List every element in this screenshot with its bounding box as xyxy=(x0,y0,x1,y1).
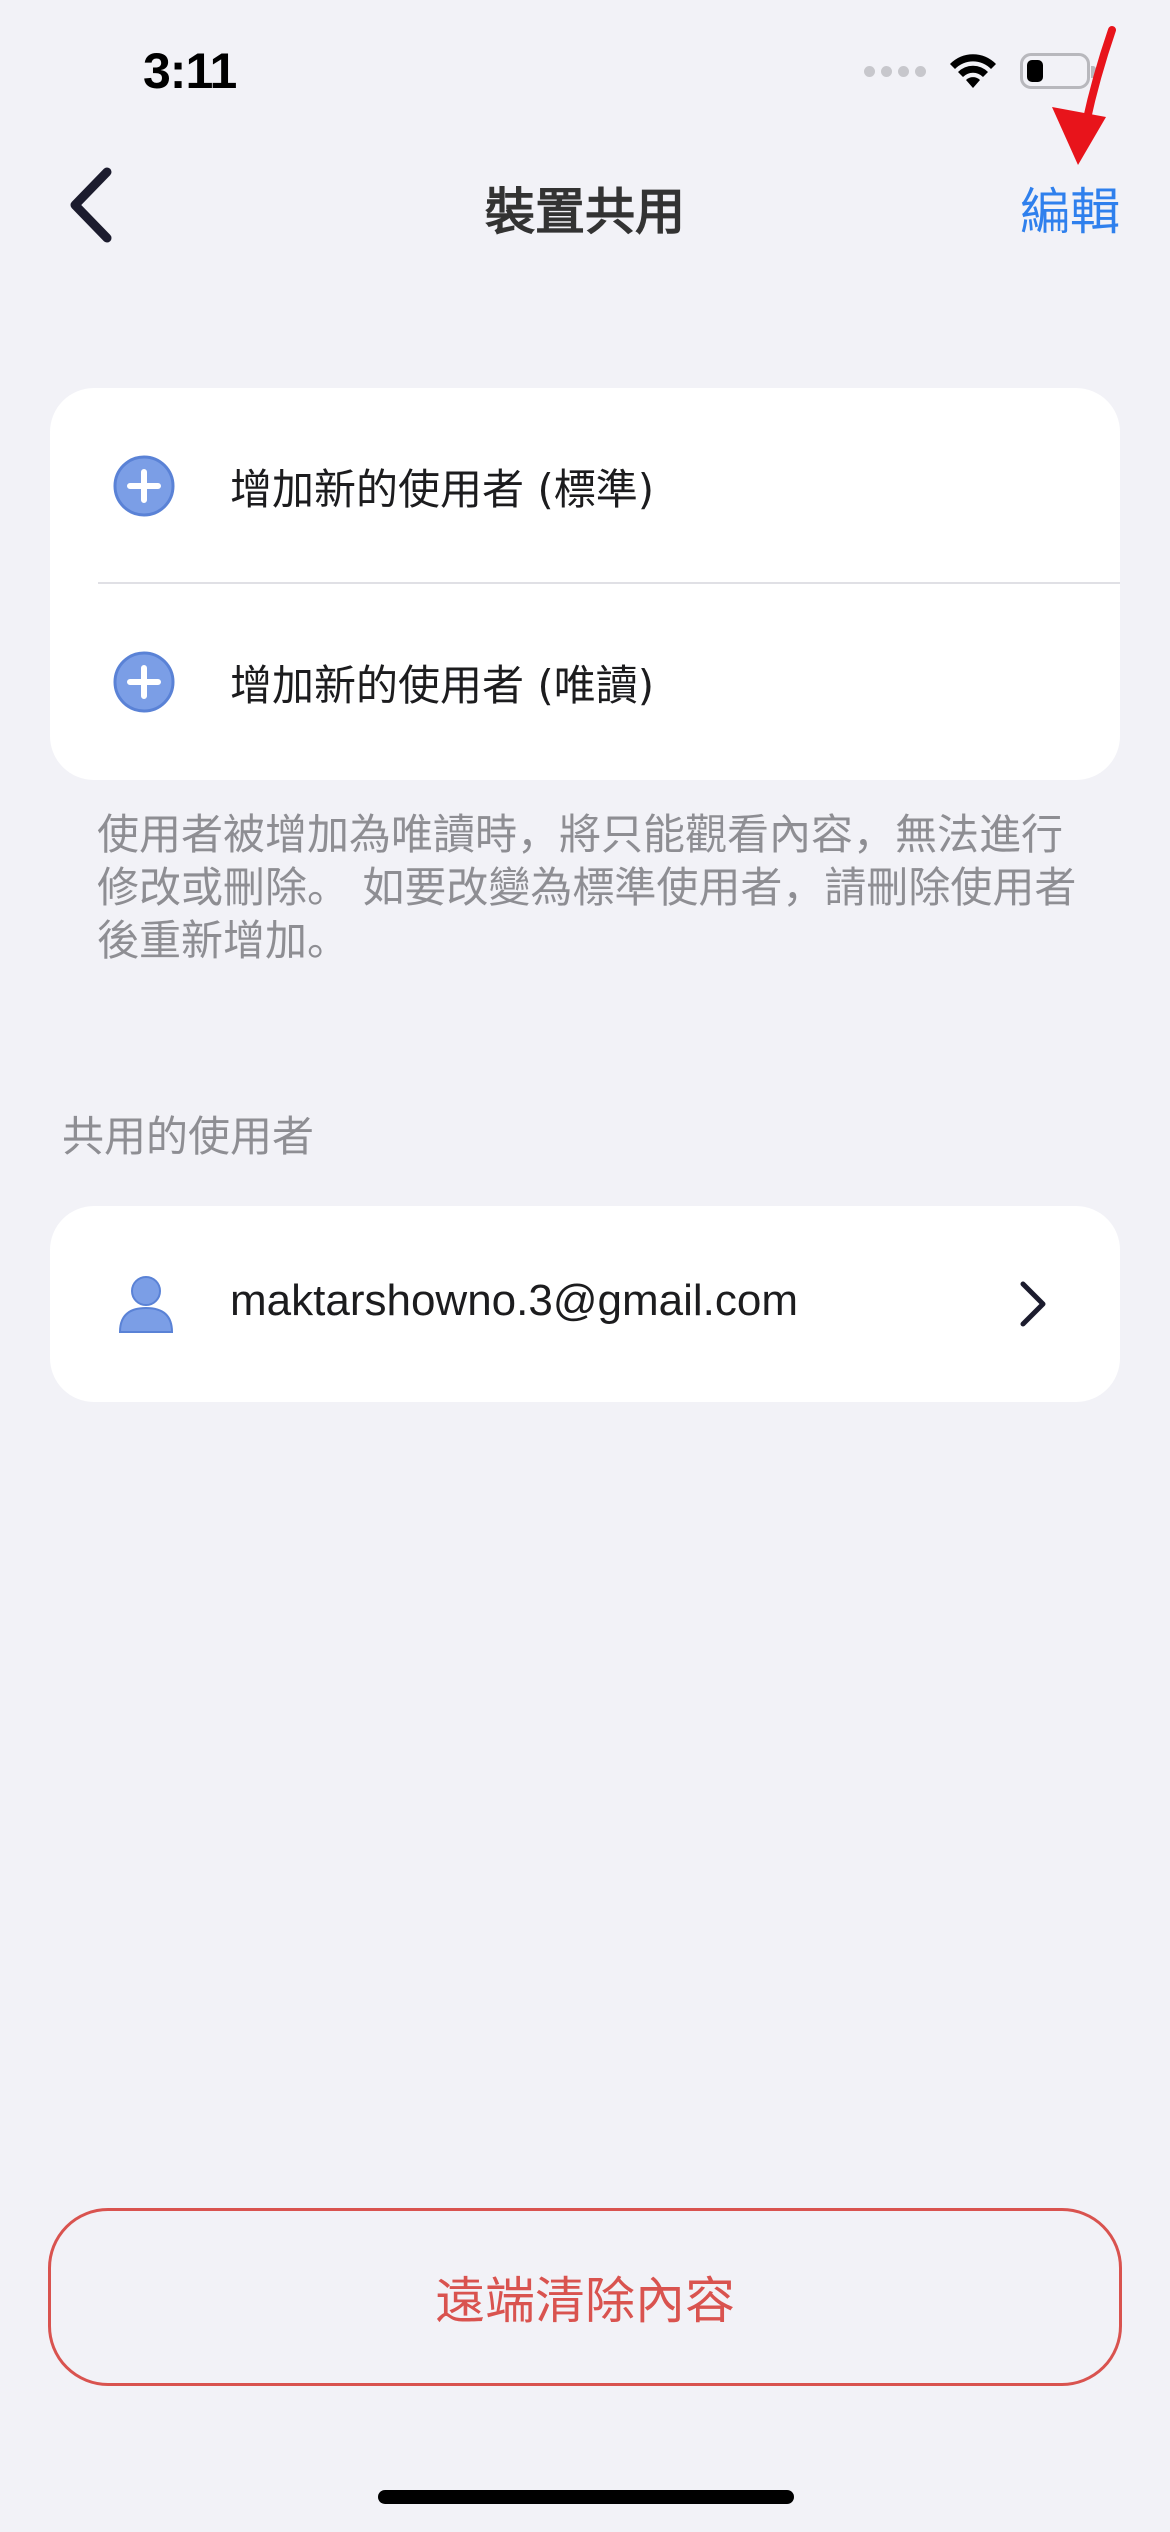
add-standard-user-row[interactable]: 增加新的使用者 (標準) xyxy=(50,388,1120,584)
home-indicator[interactable] xyxy=(378,2490,794,2504)
add-readonly-user-row[interactable]: 增加新的使用者 (唯讀) xyxy=(50,584,1120,780)
annotation-arrow-icon xyxy=(1052,26,1116,165)
add-readonly-user-label: 增加新的使用者 (唯讀) xyxy=(230,660,655,710)
shared-users-section-label: 共用的使用者 xyxy=(62,1112,315,1161)
person-icon xyxy=(118,1276,174,1333)
shared-user-row[interactable]: maktarshowno.3@gmail.com xyxy=(50,1206,1120,1402)
remote-wipe-button[interactable]: 遠端清除內容 xyxy=(48,2208,1122,2386)
plus-circle-icon xyxy=(113,651,175,713)
page-title: 裝置共用 xyxy=(485,183,685,241)
chevron-right-icon xyxy=(1020,1281,1046,1327)
status-time: 3:11 xyxy=(143,43,237,99)
shared-user-email: maktarshowno.3@gmail.com xyxy=(230,1276,798,1325)
readonly-helper-text: 使用者被增加為唯讀時，將只能觀看內容，無法進行修改或刪除。 如要改變為標準使用者… xyxy=(97,810,1077,965)
plus-circle-icon xyxy=(113,455,175,517)
add-users-card: 增加新的使用者 (標準) 增加新的使用者 (唯讀) xyxy=(50,388,1120,780)
cellular-signal-icon xyxy=(864,65,926,77)
add-standard-user-label: 增加新的使用者 (標準) xyxy=(230,464,655,514)
wifi-icon xyxy=(950,54,996,88)
edit-button[interactable]: 編輯 xyxy=(1020,172,1120,244)
